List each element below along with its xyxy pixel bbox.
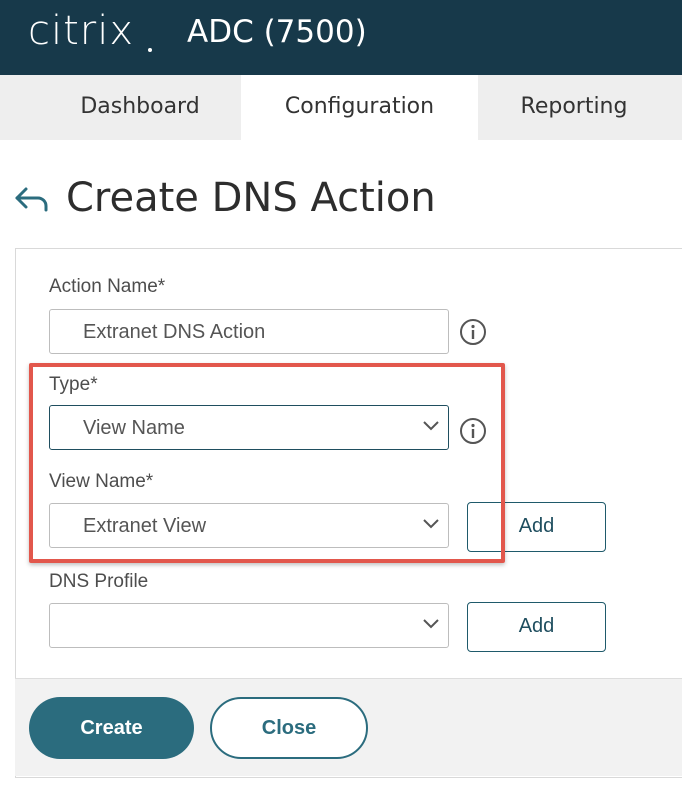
- product-name: ADC (7500): [187, 14, 367, 50]
- dns-profile-label: DNS Profile: [49, 571, 149, 592]
- tab-reporting[interactable]: Reporting: [478, 75, 670, 140]
- chevron-down-icon: [423, 619, 439, 629]
- back-arrow-icon[interactable]: [14, 185, 50, 215]
- create-button[interactable]: Create: [29, 697, 194, 759]
- logo-dot: [148, 48, 152, 52]
- action-name-label: Action Name*: [49, 276, 166, 297]
- dns-profile-select[interactable]: [49, 603, 449, 648]
- info-icon[interactable]: [459, 318, 487, 346]
- close-button[interactable]: Close: [210, 697, 368, 759]
- main-tabs: Dashboard Configuration Reporting: [0, 75, 682, 140]
- tab-configuration[interactable]: Configuration: [241, 75, 478, 140]
- highlight-box: [29, 363, 505, 563]
- page-title: Create DNS Action: [66, 175, 436, 221]
- add-dns-profile-button[interactable]: Add: [467, 602, 606, 652]
- action-name-value: Extranet DNS Action: [83, 321, 266, 343]
- top-bar: citrix ADC (7500): [0, 0, 682, 75]
- tab-dashboard[interactable]: Dashboard: [45, 75, 235, 140]
- action-name-input[interactable]: Extranet DNS Action: [49, 309, 449, 354]
- citrix-logo: citrix: [28, 8, 135, 54]
